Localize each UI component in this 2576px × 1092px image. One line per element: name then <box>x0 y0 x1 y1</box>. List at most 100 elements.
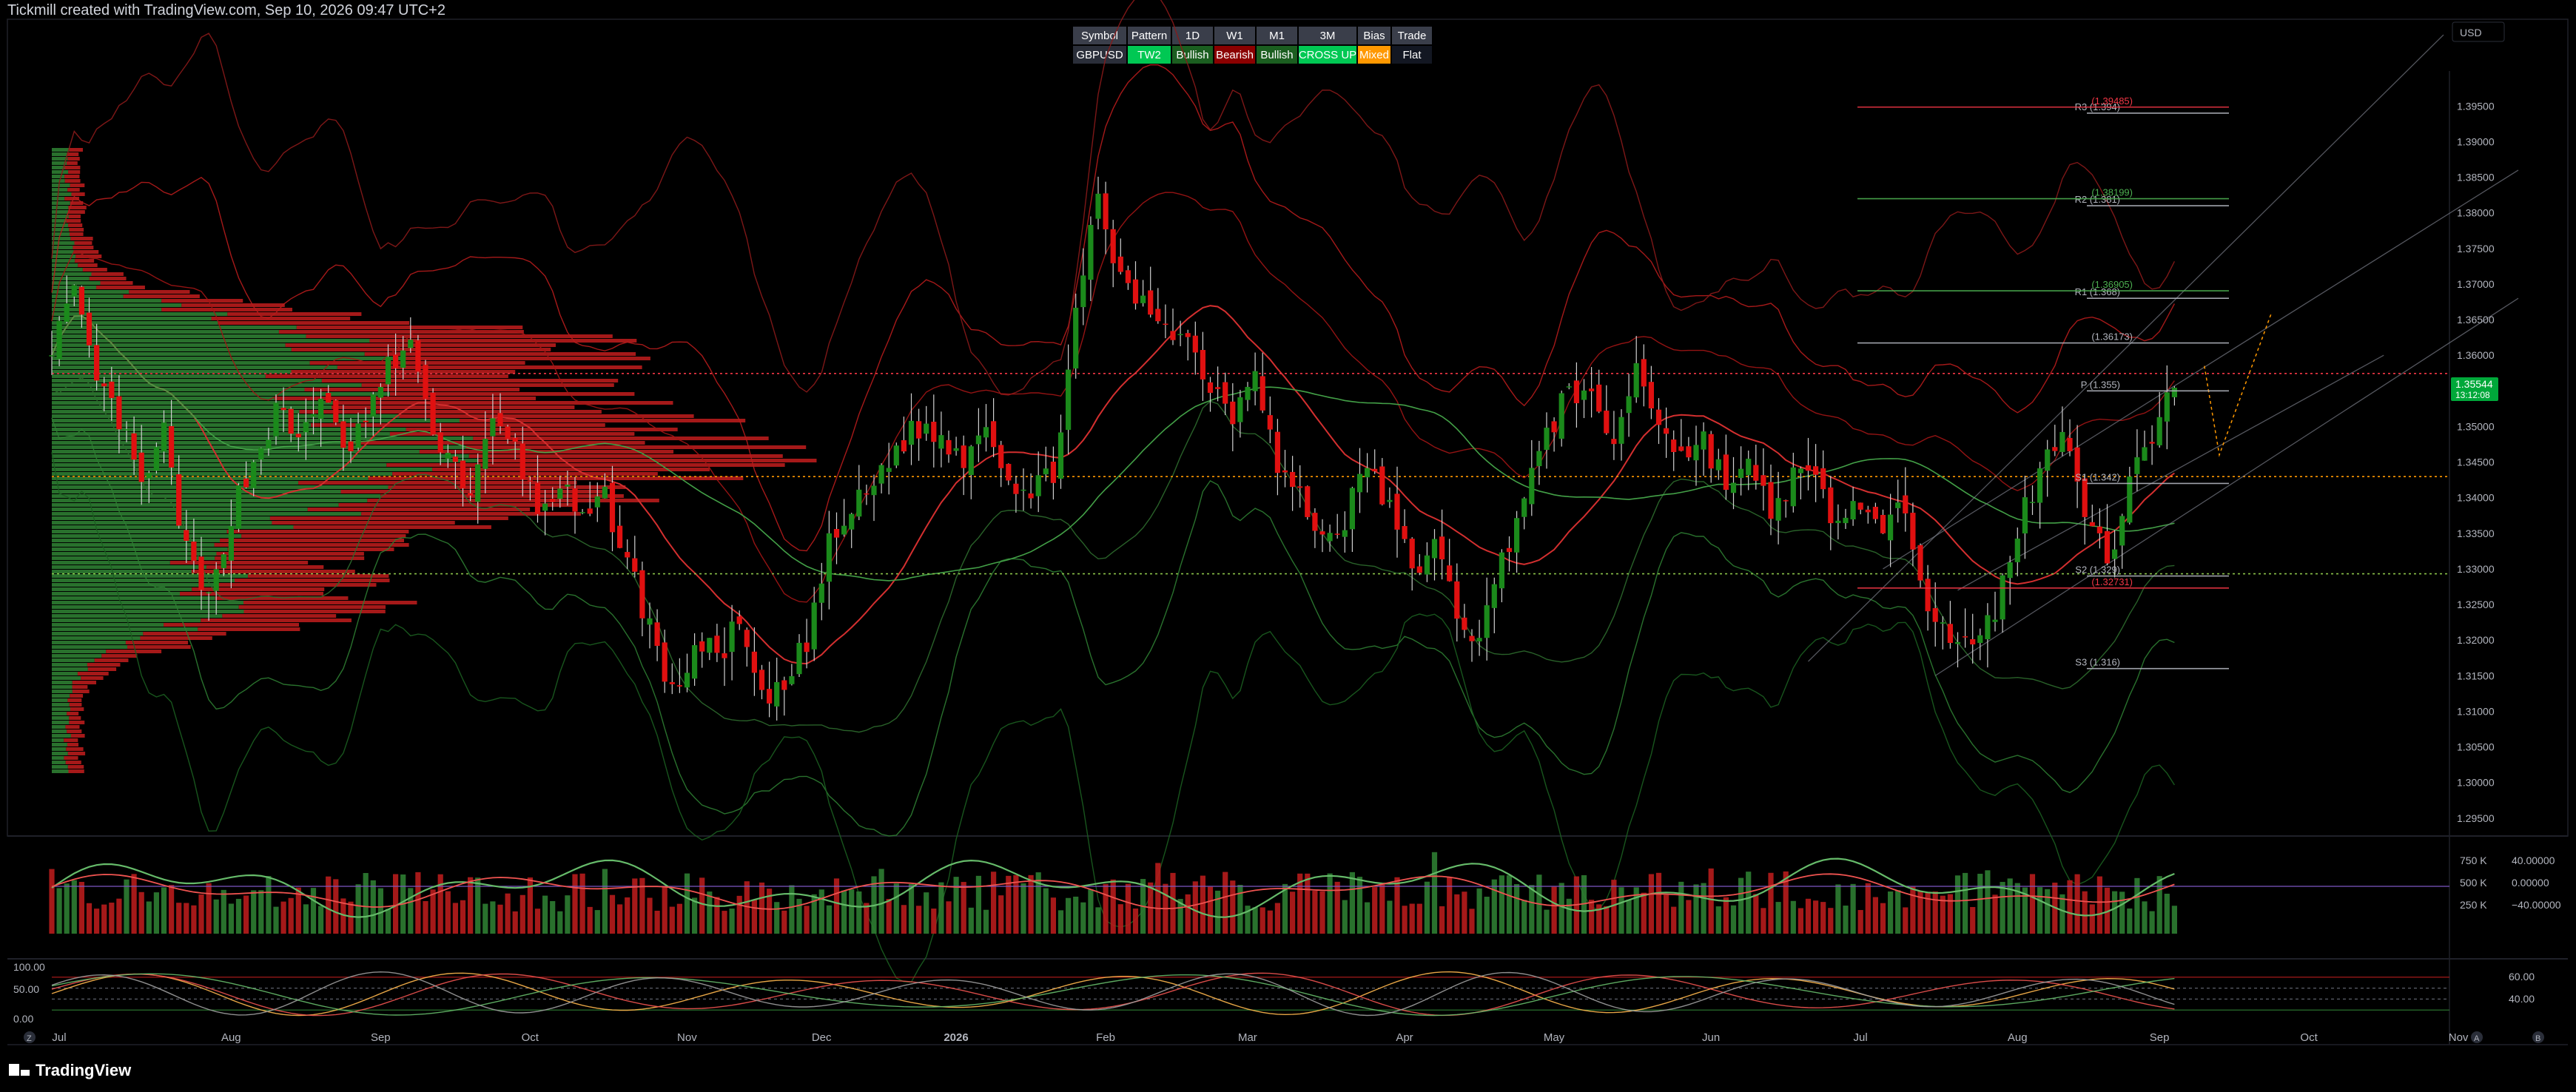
candle-body <box>692 645 698 679</box>
volume-bar <box>423 900 428 934</box>
candle-body <box>1573 380 1579 403</box>
volume-bar <box>221 889 226 934</box>
volume-bar <box>1828 908 1834 934</box>
candle-body <box>94 345 100 381</box>
volume-bar <box>288 897 294 934</box>
volume-bar <box>931 909 937 934</box>
profile-bar-bear <box>68 210 85 214</box>
profile-bar-bear <box>67 729 82 733</box>
volume-bar <box>1835 884 1841 934</box>
volume-bar <box>1715 906 1721 934</box>
candle-body <box>1686 446 1692 458</box>
oscillator-axis-tick: 50.00 <box>13 983 39 995</box>
candle-body <box>938 435 944 449</box>
profile-bar-bear <box>241 534 406 538</box>
profile-bar-bull <box>52 148 70 152</box>
profile-bar-bear <box>243 601 417 604</box>
profile-bar-bull <box>52 272 92 276</box>
volume-bar <box>722 911 727 934</box>
volume-bar <box>1050 897 1056 934</box>
candle-body <box>1790 467 1796 507</box>
candle-body <box>647 618 653 625</box>
volume-bar <box>101 904 107 934</box>
table-header-label: M1 <box>1269 30 1285 42</box>
profile-bar-bear <box>69 148 83 152</box>
volume-bar <box>519 894 525 934</box>
candle-body <box>901 440 907 452</box>
candle-body <box>1626 396 1632 414</box>
candle-body <box>1148 290 1154 315</box>
volume-bar <box>348 901 354 934</box>
candle-body <box>1954 641 1961 644</box>
candle-body <box>527 480 533 482</box>
candle-body <box>400 350 406 368</box>
volume-bar <box>849 889 855 934</box>
volume-bar <box>445 891 451 934</box>
profile-bar-bear <box>243 610 386 613</box>
candle-body <box>1746 459 1752 476</box>
profile-bar-bear <box>234 579 390 582</box>
volume-bar <box>2127 908 2133 934</box>
candle-body <box>833 529 840 538</box>
volume-bar <box>2037 887 2043 934</box>
volume-bar <box>1589 900 1595 934</box>
candle-body <box>1940 622 1946 624</box>
candle-body <box>1462 617 1467 630</box>
candle-body <box>1319 531 1325 535</box>
profile-bar-bear <box>238 605 386 609</box>
volume-bar <box>2142 901 2148 934</box>
volume-bar <box>901 905 907 934</box>
price-axis-tick: 1.36500 <box>2457 314 2495 326</box>
candle-body <box>1402 526 1408 539</box>
candle-body <box>1252 371 1258 391</box>
candle-body <box>1521 498 1527 517</box>
profile-bar-bull <box>52 237 71 240</box>
pivot-label: (1.39485) <box>2091 95 2133 107</box>
pivot-label: (1.38199) <box>2091 187 2133 198</box>
volume-bar <box>243 895 249 934</box>
candle-body <box>1088 225 1094 280</box>
profile-bar-bull <box>52 179 65 183</box>
volume-bar <box>1215 890 1221 934</box>
profile-bar-bear <box>337 365 642 369</box>
volume-bar <box>2119 892 2125 934</box>
candle-body <box>1297 486 1303 488</box>
volume-bar <box>280 901 286 934</box>
volume-bar <box>1813 900 1819 934</box>
profile-bar-bear <box>227 547 394 551</box>
profile-bar-bull <box>52 450 420 454</box>
profile-bar-bull <box>52 592 181 596</box>
profile-bar-bear <box>68 223 83 227</box>
candle-body <box>1775 498 1781 521</box>
table-value-label: Flat <box>1402 49 1422 61</box>
profile-bar-bear <box>72 690 90 693</box>
profile-bar-bear <box>77 672 109 675</box>
volume-bar <box>1963 872 1968 934</box>
volume-bar <box>86 903 93 934</box>
candle-body <box>2134 457 2140 474</box>
candle-body <box>1327 533 1333 542</box>
profile-bar-bull <box>52 663 87 667</box>
candle-body <box>1857 502 1863 510</box>
candle-body <box>1469 636 1475 641</box>
candle-body <box>1260 376 1265 411</box>
candle-body <box>340 421 346 448</box>
currency-label: USD <box>2460 27 2482 38</box>
volume-bar <box>198 894 204 934</box>
candle-body <box>1708 434 1714 469</box>
volume-bar <box>1356 877 1363 934</box>
volume-bar <box>64 883 70 934</box>
candle-body <box>1132 279 1139 304</box>
chart-canvas[interactable]: Tickmill created with TradingView.com, S… <box>0 0 2576 1092</box>
price-axis[interactable]: 1.29500 1.30000 1.30500 1.31000 1.31500 1.320… <box>2457 100 2495 823</box>
candle-body <box>1835 520 1841 524</box>
profile-bar-bull <box>52 619 201 622</box>
volume-bar <box>1409 903 1415 934</box>
profile-bar-bull <box>52 468 433 471</box>
volume-bar <box>191 905 197 934</box>
candle-body <box>1910 513 1916 550</box>
profile-bar-bull <box>52 481 299 485</box>
candle-body <box>1020 489 1026 491</box>
candle-body <box>355 423 361 448</box>
volume-bar <box>1985 870 1991 934</box>
